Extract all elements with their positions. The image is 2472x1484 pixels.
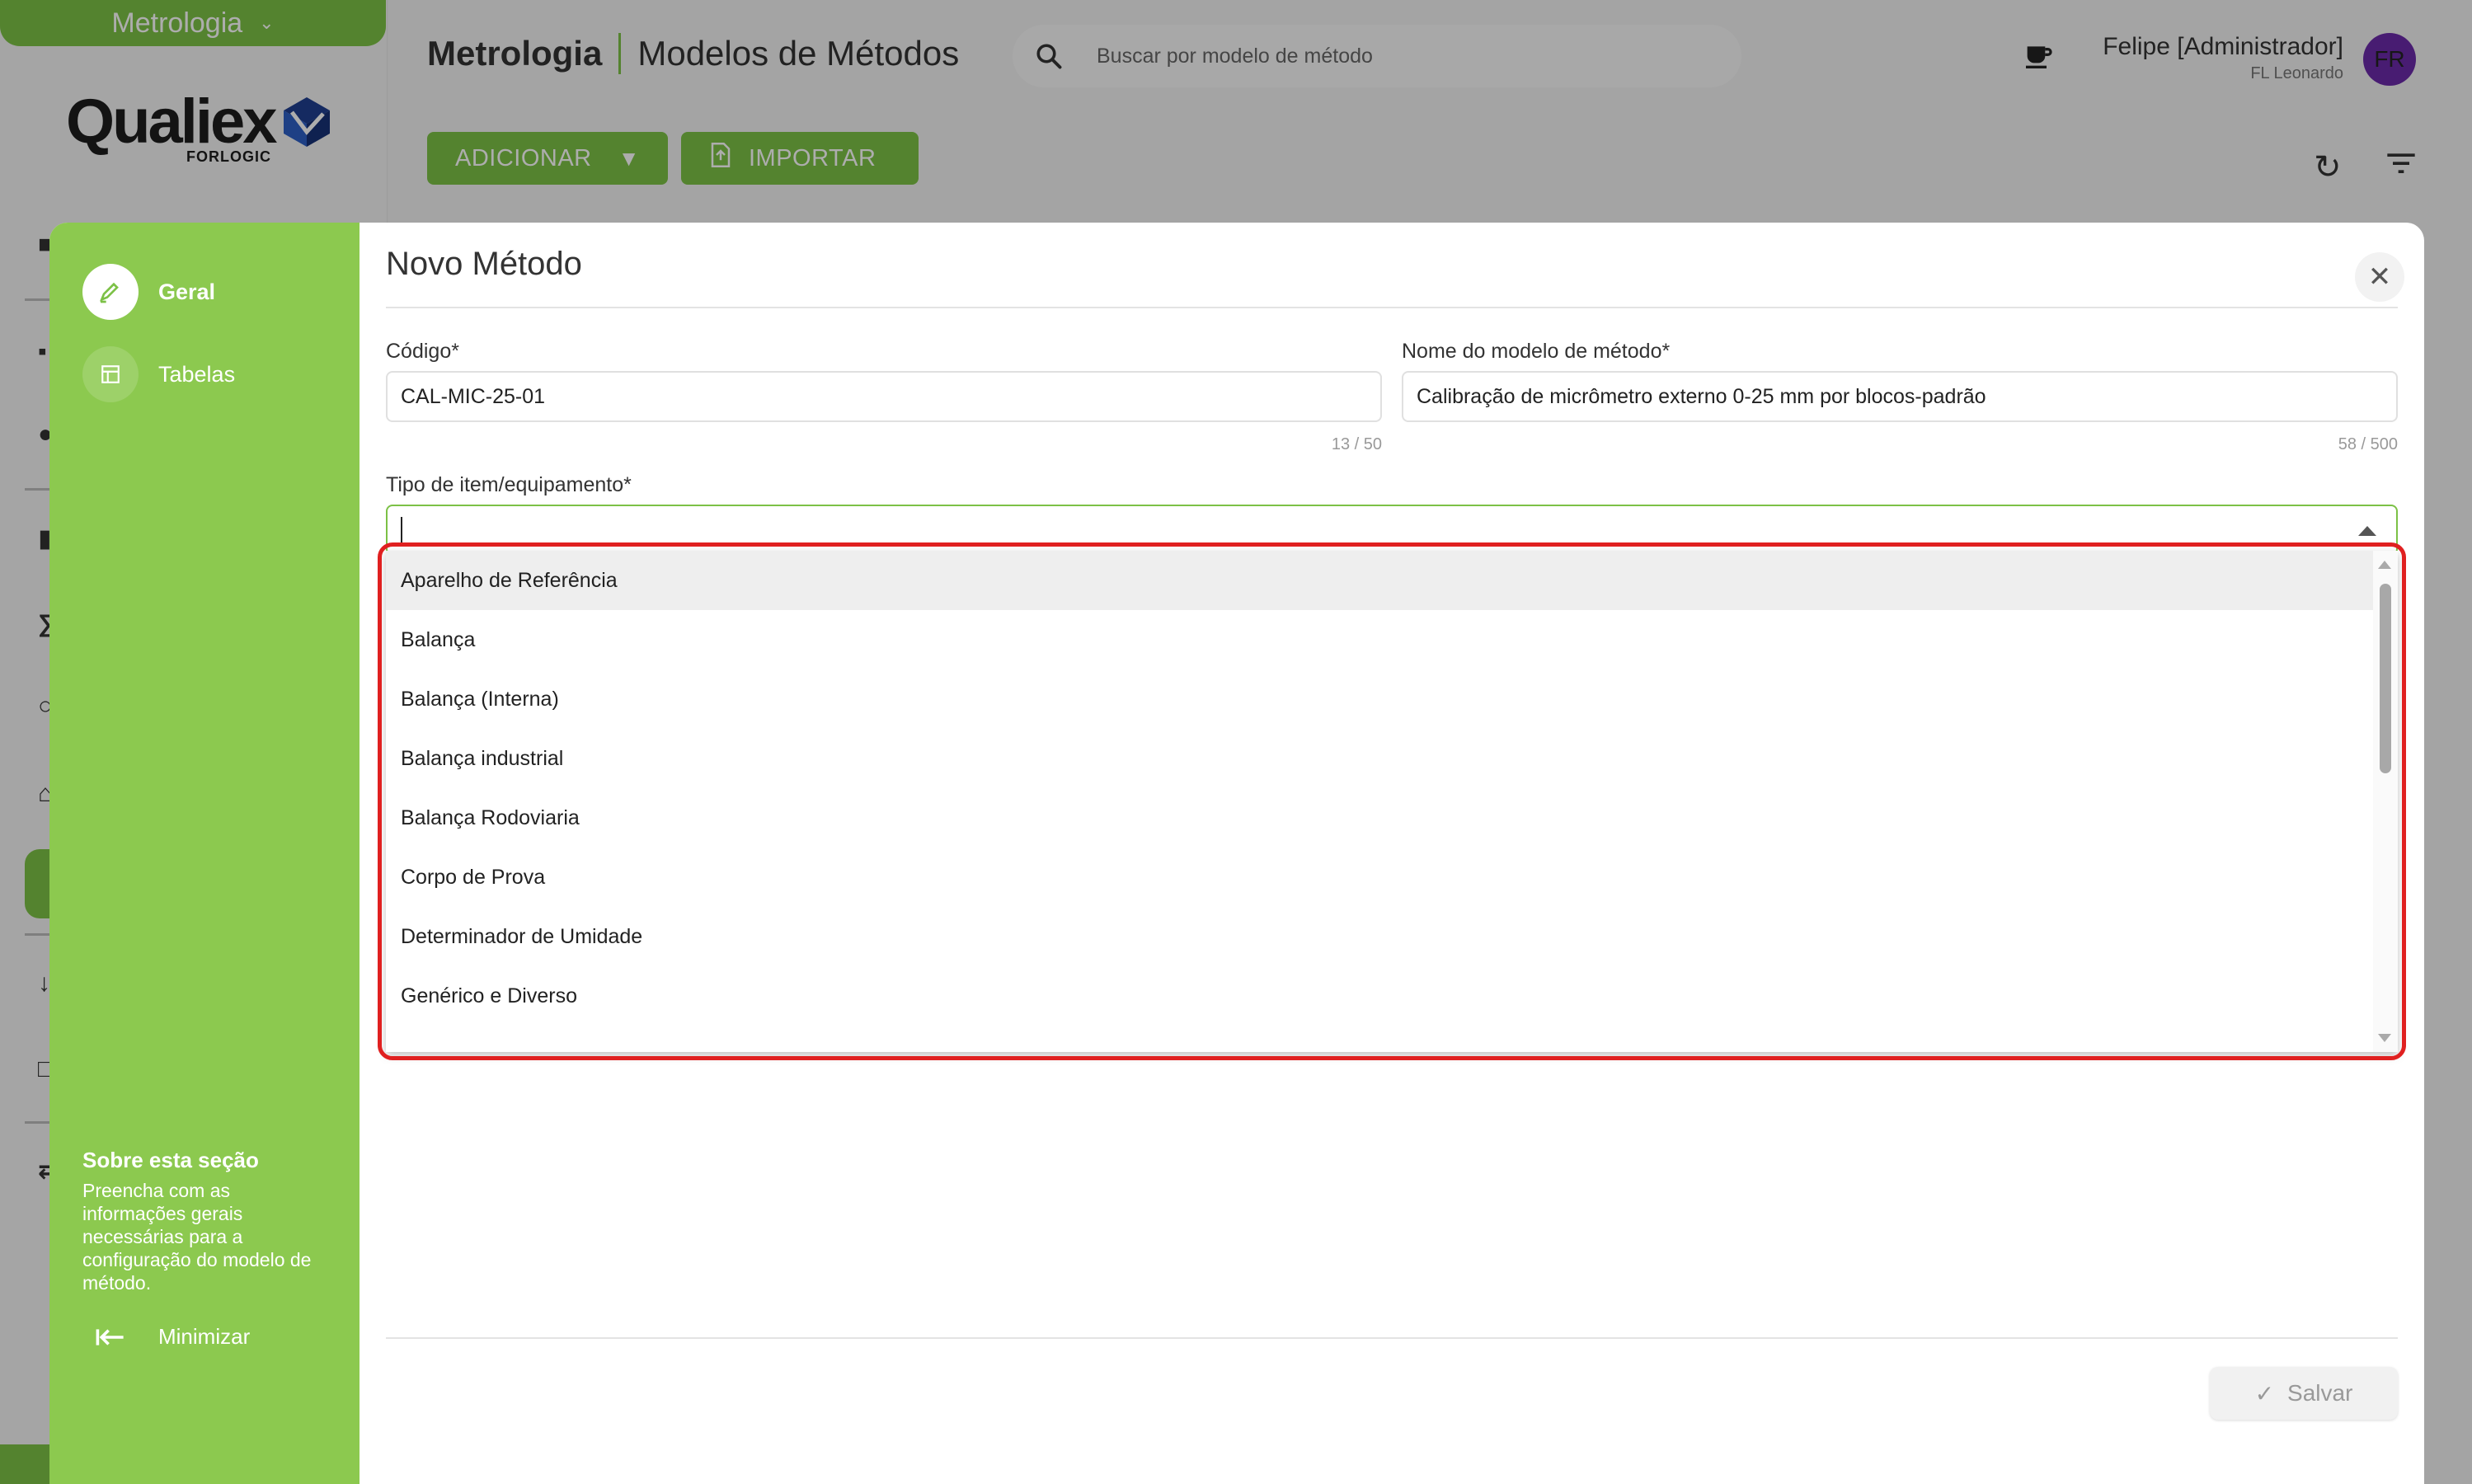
footer-divider [386, 1337, 2398, 1339]
table-icon [82, 346, 139, 402]
dropdown-option[interactable]: Balança industrial [386, 729, 2373, 788]
caret-up-icon[interactable] [2358, 526, 2376, 536]
code-field[interactable]: CAL-MIC-25-01 [386, 371, 1382, 422]
dropdown-option[interactable]: Genérico e Diverso [386, 966, 2373, 1026]
name-label: Nome do modelo de método* [1402, 340, 1671, 363]
dialog-sidebar: Geral Tabelas Sobre esta seção Preencha … [49, 223, 360, 1484]
dropdown-option[interactable]: Balança Rodoviaria [386, 788, 2373, 848]
code-label: Código* [386, 340, 459, 363]
text-cursor [401, 517, 402, 543]
save-button[interactable]: ✓ Salvar [2210, 1367, 2398, 1420]
item-type-select[interactable] [386, 505, 2398, 556]
close-icon[interactable]: ✕ [2355, 252, 2404, 302]
dropdown-option[interactable]: Balança [386, 610, 2373, 669]
dialog-title: Novo Método [386, 246, 582, 282]
item-type-dropdown: Aparelho de Referência Balança Balança (… [386, 551, 2398, 1052]
item-type-label: Tipo de item/equipamento* [386, 473, 632, 496]
save-label: Salvar [2287, 1380, 2353, 1406]
about-section-text: Preencha com as informações gerais neces… [82, 1180, 312, 1294]
method-name-field[interactable]: Calibração de micrômetro externo 0-25 mm… [1402, 371, 2398, 422]
dropdown-scrollbar[interactable] [2373, 551, 2398, 1052]
about-section-title: Sobre esta seção [82, 1148, 259, 1172]
nav-label: Geral [158, 279, 216, 304]
collapse-left-icon [96, 1328, 124, 1345]
minimize-label: Minimizar [158, 1324, 251, 1349]
dropdown-option[interactable]: Corpo de Prova [386, 848, 2373, 907]
scroll-up-icon[interactable] [2378, 561, 2391, 569]
edit-icon [82, 264, 139, 320]
scrollbar-thumb[interactable] [2380, 584, 2391, 773]
title-divider [386, 307, 2398, 308]
minimize-button[interactable]: Minimizar [96, 1324, 250, 1350]
dropdown-option[interactable]: Aparelho de Referência [386, 551, 2373, 610]
new-method-dialog: Geral Tabelas Sobre esta seção Preencha … [49, 223, 2424, 1484]
name-char-count: 58 / 500 [2338, 435, 2398, 453]
nav-label: Tabelas [158, 361, 236, 387]
nav-item-tabelas[interactable]: Tabelas [82, 346, 235, 402]
scroll-down-icon[interactable] [2378, 1034, 2391, 1042]
dropdown-option[interactable]: Balança (Interna) [386, 669, 2373, 729]
code-char-count: 13 / 50 [1331, 435, 1382, 453]
dropdown-option[interactable]: Determinador de Umidade [386, 907, 2373, 966]
check-icon: ✓ [2254, 1380, 2275, 1407]
nav-item-geral[interactable]: Geral [82, 264, 215, 320]
